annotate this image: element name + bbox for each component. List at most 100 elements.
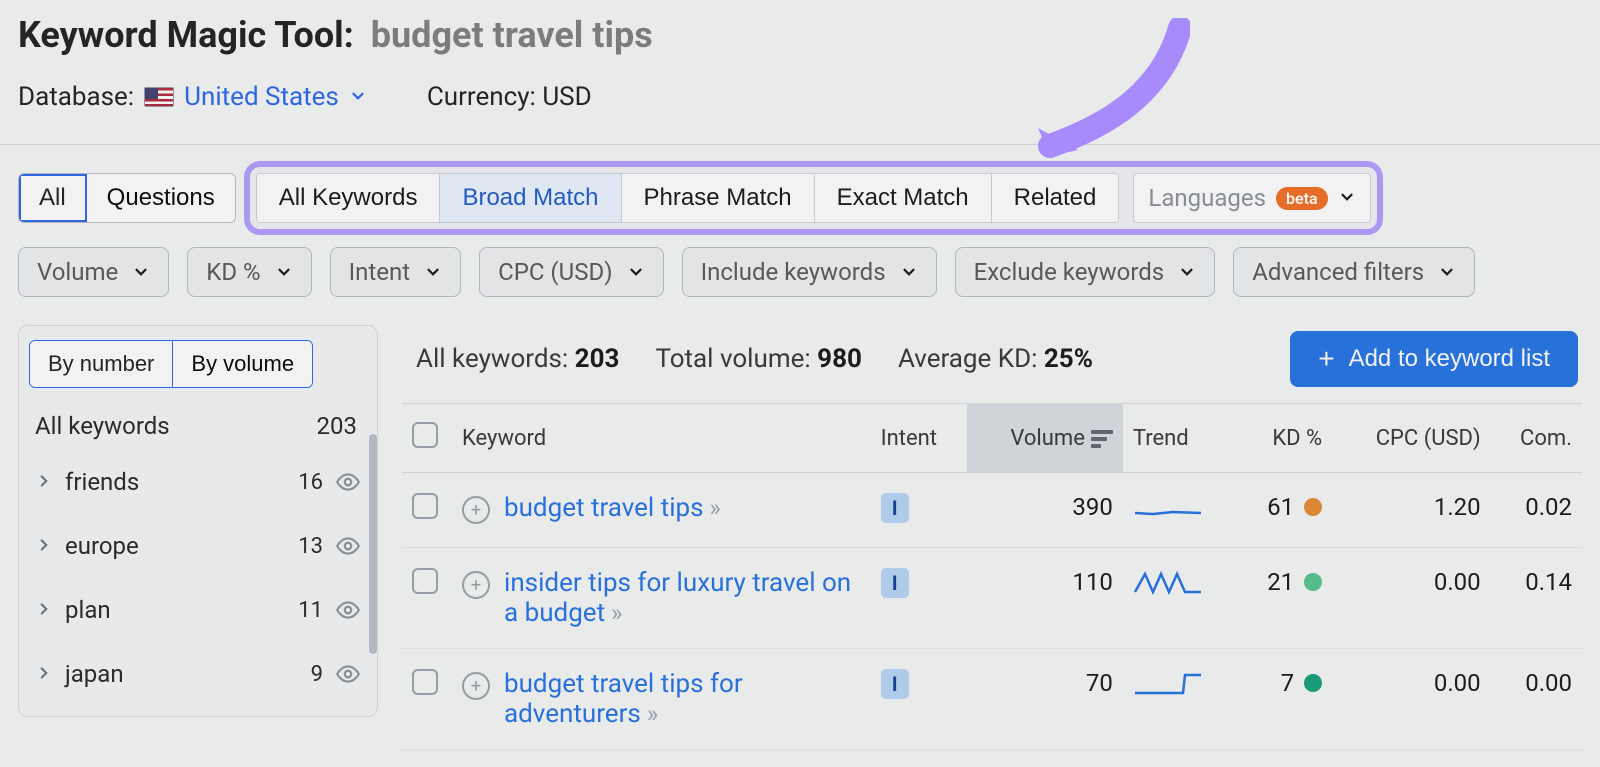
intent-badge: I [881, 568, 909, 598]
chevron-down-icon [424, 263, 442, 281]
chevron-down-icon [132, 263, 150, 281]
cell-volume: 110 [967, 548, 1122, 649]
row-checkbox[interactable] [412, 568, 438, 594]
match-exact[interactable]: Exact Match [815, 174, 992, 222]
filter-cpc-label: CPC (USD) [498, 258, 612, 286]
filter-cpc[interactable]: CPC (USD) [479, 247, 663, 297]
row-checkbox[interactable] [412, 493, 438, 519]
col-com[interactable]: Com. [1491, 404, 1582, 473]
add-keyword-icon[interactable]: + [462, 672, 490, 700]
col-kd[interactable]: KD % [1237, 404, 1332, 473]
filter-intent[interactable]: Intent [330, 247, 461, 297]
open-detail-icon[interactable]: » [647, 700, 652, 728]
cell-cpc: 1.20 [1332, 473, 1490, 548]
question-filter-segment: All Questions [18, 173, 236, 223]
match-related[interactable]: Related [992, 174, 1119, 222]
eye-icon[interactable] [335, 469, 361, 495]
chevron-down-icon [275, 263, 293, 281]
col-intent[interactable]: Intent [871, 404, 968, 473]
col-trend[interactable]: Trend [1123, 404, 1237, 473]
tab-all[interactable]: All [19, 174, 87, 222]
match-broad[interactable]: Broad Match [440, 174, 621, 222]
group-name: friends [65, 468, 286, 496]
col-volume-label: Volume [1010, 426, 1085, 451]
filter-include-label: Include keywords [701, 258, 886, 286]
col-keyword[interactable]: Keyword [452, 404, 871, 473]
select-all-checkbox[interactable] [412, 422, 438, 448]
keyword-link[interactable]: budget travel tips [504, 493, 704, 523]
currency-label: Currency: [427, 82, 536, 112]
cell-trend [1123, 473, 1237, 548]
eye-icon[interactable] [335, 661, 361, 687]
tab-questions[interactable]: Questions [87, 174, 235, 222]
filter-intent-label: Intent [349, 258, 410, 286]
filter-advanced[interactable]: Advanced filters [1233, 247, 1475, 297]
col-volume[interactable]: Volume [967, 404, 1122, 473]
filter-kd-label: KD % [206, 258, 260, 286]
chevron-right-icon [35, 596, 53, 624]
chevron-right-icon [35, 532, 53, 560]
group-name: plan [65, 596, 286, 624]
match-phrase[interactable]: Phrase Match [622, 174, 815, 222]
filter-exclude-label: Exclude keywords [974, 258, 1165, 286]
intent-badge: I [881, 669, 909, 699]
table-row: + budget travel tips» I 390 61 1.20 0.02 [402, 473, 1582, 548]
filter-exclude[interactable]: Exclude keywords [955, 247, 1216, 297]
all-keywords-group-count: 203 [317, 412, 357, 440]
sidebar-scrollbar-thumb[interactable] [369, 434, 377, 654]
cell-com: 0.02 [1491, 473, 1582, 548]
keywords-table: Keyword Intent Volume Trend KD % CPC (US… [402, 403, 1582, 750]
eye-icon[interactable] [335, 597, 361, 623]
filter-volume-label: Volume [37, 258, 118, 286]
kd-difficulty-dot [1304, 498, 1322, 516]
keyword-groups-sidebar: By number By volume All keywords 203 fri… [18, 325, 378, 717]
chevron-down-icon [627, 263, 645, 281]
group-count: 11 [298, 598, 323, 623]
keyword-link[interactable]: budget travel tips for adventurers [504, 669, 743, 729]
cell-com: 0.00 [1491, 649, 1582, 750]
add-to-keyword-list-button[interactable]: + Add to keyword list [1290, 331, 1578, 387]
match-all-keywords[interactable]: All Keywords [257, 174, 441, 222]
add-keyword-icon[interactable]: + [462, 496, 490, 524]
chevron-right-icon [35, 468, 53, 496]
languages-dropdown[interactable]: Languages beta [1133, 173, 1370, 223]
sort-by-volume[interactable]: By volume [173, 341, 312, 387]
sort-by-number[interactable]: By number [30, 341, 173, 387]
summary-total-volume-value: 980 [817, 344, 862, 374]
currency-value: USD [542, 82, 591, 112]
chevron-down-icon[interactable] [349, 82, 367, 112]
table-row: + budget travel tips for adventurers» I … [402, 649, 1582, 750]
sidebar-group-item[interactable]: europe 13 [29, 514, 367, 578]
col-cpc[interactable]: CPC (USD) [1332, 404, 1490, 473]
chevron-down-icon [1438, 263, 1456, 281]
add-keyword-icon[interactable]: + [462, 571, 490, 599]
summary-avg-kd-label: Average KD: [898, 344, 1038, 374]
sidebar-group-item[interactable]: japan 9 [29, 642, 367, 706]
summary-avg-kd-value: 25% [1044, 344, 1093, 374]
all-keywords-group-label[interactable]: All keywords [35, 412, 170, 440]
group-name: europe [65, 532, 286, 560]
cell-volume: 390 [967, 473, 1122, 548]
cell-kd: 21 [1247, 568, 1322, 596]
row-checkbox[interactable] [412, 669, 438, 695]
cell-trend [1123, 548, 1237, 649]
chevron-down-icon [1338, 184, 1356, 212]
filter-kd[interactable]: KD % [187, 247, 311, 297]
eye-icon[interactable] [335, 533, 361, 559]
cell-kd: 7 [1247, 669, 1322, 697]
open-detail-icon[interactable]: » [611, 599, 616, 627]
database-label: Database: [18, 82, 134, 112]
sidebar-group-item[interactable]: plan 11 [29, 578, 367, 642]
keyword-link[interactable]: insider tips for luxury travel on a budg… [504, 568, 851, 628]
add-to-keyword-list-label: Add to keyword list [1349, 345, 1550, 373]
open-detail-icon[interactable]: » [710, 494, 715, 522]
tool-name: Keyword Magic Tool: [18, 14, 354, 56]
kd-difficulty-dot [1304, 674, 1322, 692]
database-dropdown[interactable]: United States [184, 82, 339, 112]
kd-difficulty-dot [1304, 573, 1322, 591]
filter-include[interactable]: Include keywords [682, 247, 937, 297]
filter-volume[interactable]: Volume [18, 247, 169, 297]
cell-cpc: 0.00 [1332, 649, 1490, 750]
sidebar-group-item[interactable]: friends 16 [29, 450, 367, 514]
group-count: 16 [298, 470, 323, 495]
